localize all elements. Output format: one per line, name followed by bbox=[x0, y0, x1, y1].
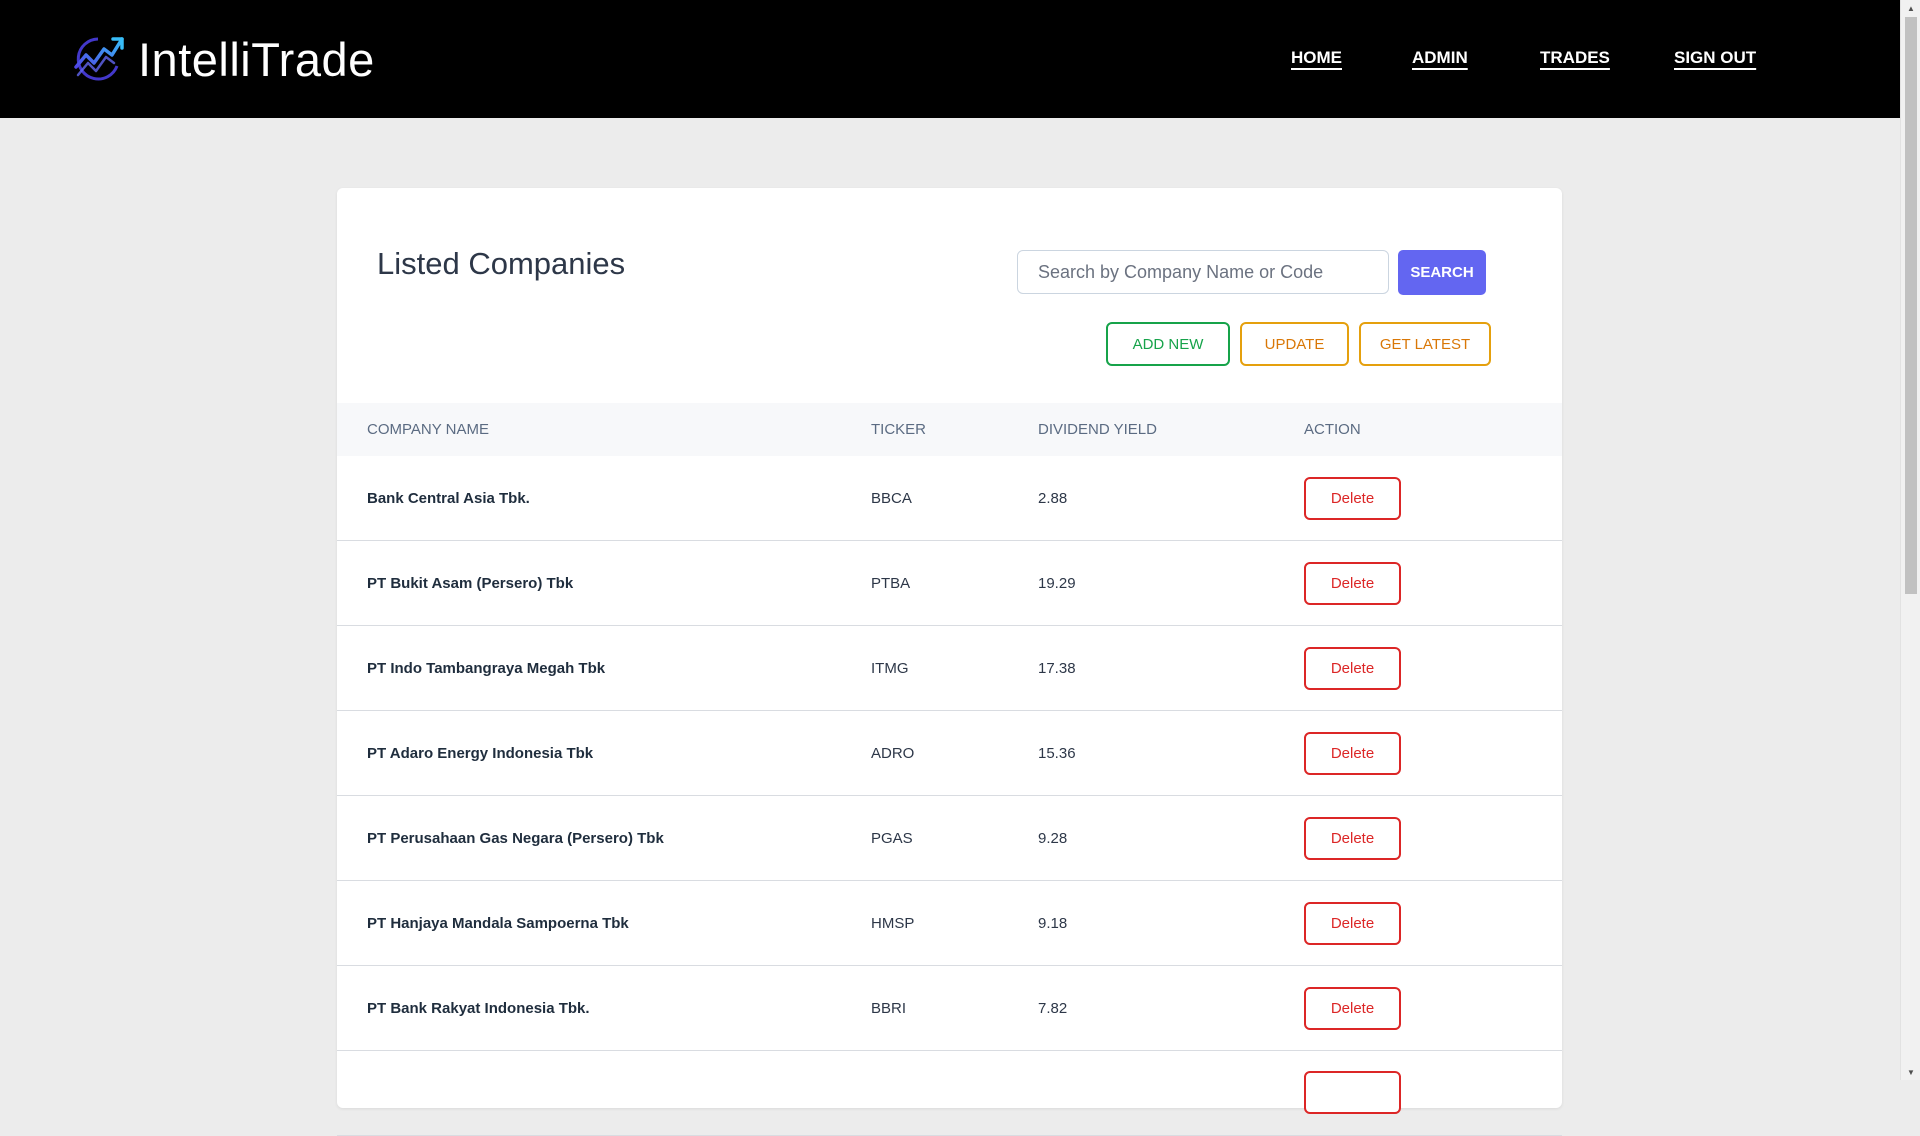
ticker-cell: ADRO bbox=[871, 710, 1038, 796]
header-action: ACTION bbox=[1304, 421, 1361, 438]
table-row: PT Hanjaya Mandala Sampoerna Tbk HMSP 9.… bbox=[337, 880, 1562, 966]
action-cell: Delete bbox=[1304, 540, 1562, 626]
dividend-yield-cell: 7.82 bbox=[1038, 965, 1304, 1051]
scroll-thumb[interactable] bbox=[1905, 17, 1917, 594]
ticker-cell: BBRI bbox=[871, 965, 1038, 1051]
companies-card: Listed Companies SEARCH ADD NEW UPDATE G… bbox=[337, 188, 1562, 1136]
dividend-yield-cell: 2.88 bbox=[1038, 456, 1304, 541]
delete-button[interactable]: Delete bbox=[1304, 731, 1401, 775]
company-name-cell: PT Bank Rakyat Indonesia Tbk. bbox=[337, 965, 871, 1051]
ticker-cell: BBCA bbox=[871, 456, 1038, 541]
action-cell: Delete bbox=[1304, 456, 1562, 541]
company-name-cell: Bank Central Asia Tbk. bbox=[337, 456, 871, 541]
dividend-yield-cell: 9.28 bbox=[1038, 795, 1304, 881]
nav-sign-out[interactable]: SIGN OUT bbox=[1674, 48, 1756, 68]
action-cell: Delete bbox=[1304, 625, 1562, 711]
ticker-cell: PTBA bbox=[871, 540, 1038, 626]
companies-table-wrapper: COMPANY NAME TICKER DIVIDEND YIELD ACTIO… bbox=[337, 403, 1562, 1136]
delete-button[interactable] bbox=[1304, 1071, 1401, 1114]
page-title: Listed Companies bbox=[377, 246, 626, 281]
table-row bbox=[337, 1050, 1562, 1136]
dividend-yield-cell: 9.18 bbox=[1038, 880, 1304, 966]
ticker-cell: ITMG bbox=[871, 625, 1038, 711]
action-cell: Delete bbox=[1304, 965, 1562, 1051]
action-cell: Delete bbox=[1304, 795, 1562, 881]
nav-trades[interactable]: TRADES bbox=[1540, 48, 1610, 68]
delete-button[interactable]: Delete bbox=[1304, 816, 1401, 860]
add-new-button[interactable]: ADD NEW bbox=[1106, 322, 1230, 366]
ticker-cell bbox=[871, 1050, 1038, 1136]
action-cell: Delete bbox=[1304, 880, 1562, 966]
companies-table: COMPANY NAME TICKER DIVIDEND YIELD ACTIO… bbox=[337, 403, 1562, 1136]
nav-home[interactable]: HOME bbox=[1291, 48, 1342, 68]
ticker-cell: HMSP bbox=[871, 880, 1038, 966]
company-name-cell: PT Bukit Asam (Persero) Tbk bbox=[337, 540, 871, 626]
delete-button[interactable]: Delete bbox=[1304, 476, 1401, 520]
main-nav: HOME ADMIN TRADES SIGN OUT bbox=[0, 48, 1900, 74]
header-ticker: TICKER bbox=[871, 421, 927, 438]
company-name-cell: PT Indo Tambangraya Megah Tbk bbox=[337, 625, 871, 711]
table-row: PT Bank Rakyat Indonesia Tbk. BBRI 7.82 … bbox=[337, 965, 1562, 1051]
top-navbar: IntelliTrade HOME ADMIN TRADES SIGN OUT bbox=[0, 0, 1900, 118]
table-row: PT Perusahaan Gas Negara (Persero) Tbk P… bbox=[337, 795, 1562, 881]
dividend-yield-cell: 15.36 bbox=[1038, 710, 1304, 796]
company-name-cell: PT Hanjaya Mandala Sampoerna Tbk bbox=[337, 880, 871, 966]
dividend-yield-cell bbox=[1038, 1050, 1304, 1136]
table-row: Bank Central Asia Tbk. BBCA 2.88 Delete bbox=[337, 456, 1562, 541]
ticker-cell: PGAS bbox=[871, 795, 1038, 881]
delete-button[interactable]: Delete bbox=[1304, 561, 1401, 605]
company-name-cell bbox=[337, 1050, 871, 1136]
table-header-row: COMPANY NAME TICKER DIVIDEND YIELD ACTIO… bbox=[337, 403, 1562, 456]
search-button[interactable]: SEARCH bbox=[1398, 250, 1486, 295]
dividend-yield-cell: 19.29 bbox=[1038, 540, 1304, 626]
header-company-name: COMPANY NAME bbox=[367, 421, 489, 438]
action-cell bbox=[1304, 1050, 1562, 1136]
scroll-up-arrow-icon[interactable]: ▲ bbox=[1901, 0, 1920, 16]
action-cell: Delete bbox=[1304, 710, 1562, 796]
company-name-cell: PT Adaro Energy Indonesia Tbk bbox=[337, 710, 871, 796]
delete-button[interactable]: Delete bbox=[1304, 901, 1401, 945]
table-row: PT Bukit Asam (Persero) Tbk PTBA 19.29 D… bbox=[337, 540, 1562, 626]
header-dividend-yield: DIVIDEND YIELD bbox=[1038, 421, 1157, 438]
search-input[interactable] bbox=[1017, 250, 1389, 294]
table-row: PT Adaro Energy Indonesia Tbk ADRO 15.36… bbox=[337, 710, 1562, 796]
nav-admin[interactable]: ADMIN bbox=[1412, 48, 1468, 68]
delete-button[interactable]: Delete bbox=[1304, 986, 1401, 1030]
dividend-yield-cell: 17.38 bbox=[1038, 625, 1304, 711]
table-row: PT Indo Tambangraya Megah Tbk ITMG 17.38… bbox=[337, 625, 1562, 711]
update-button[interactable]: UPDATE bbox=[1240, 322, 1349, 366]
get-latest-button[interactable]: GET LATEST bbox=[1359, 322, 1491, 366]
vertical-scrollbar[interactable]: ▲ ▼ bbox=[1900, 0, 1920, 1080]
company-name-cell: PT Perusahaan Gas Negara (Persero) Tbk bbox=[337, 795, 871, 881]
scroll-down-arrow-icon[interactable]: ▼ bbox=[1901, 1064, 1920, 1080]
delete-button[interactable]: Delete bbox=[1304, 646, 1401, 690]
